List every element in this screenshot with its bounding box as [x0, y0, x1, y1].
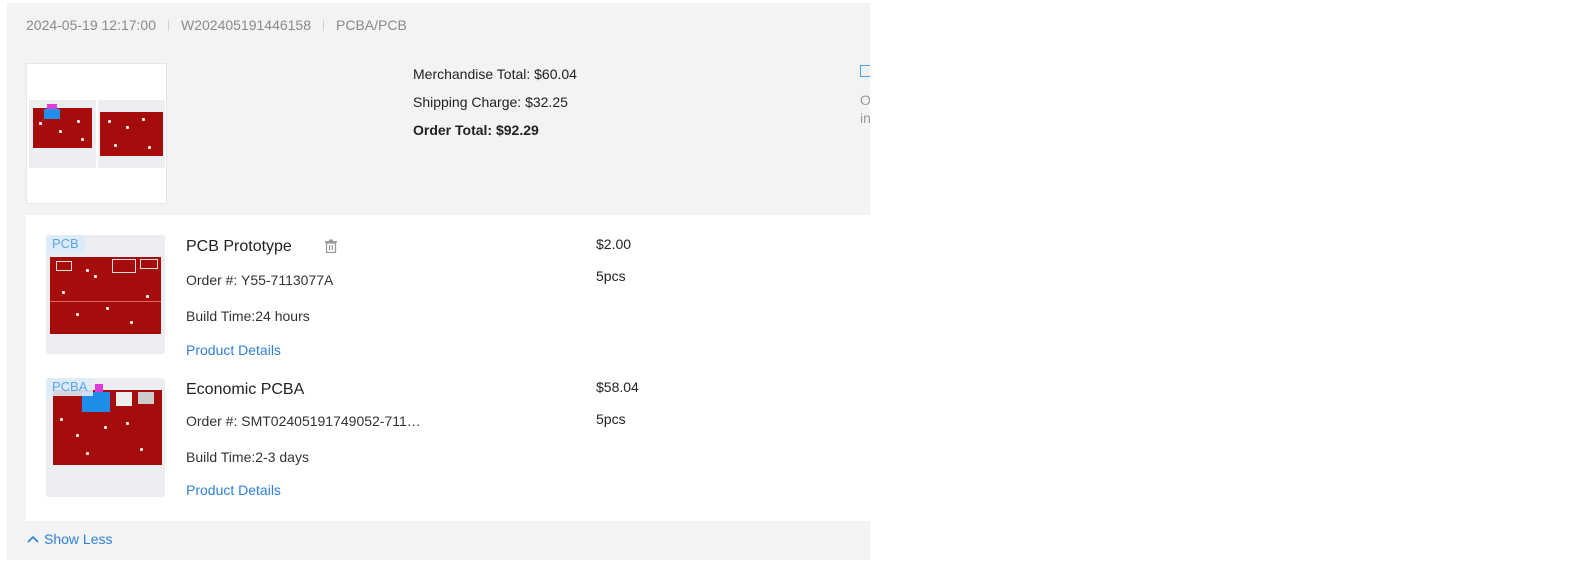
divider: [168, 19, 169, 31]
order-total: Order Total: $92.29: [413, 122, 539, 138]
document-icon[interactable]: [860, 65, 870, 77]
product-details-link[interactable]: Product Details: [186, 341, 281, 359]
pcba-product-image[interactable]: PCBA: [46, 378, 165, 497]
clipped-text: in: [860, 110, 870, 126]
product-details-link[interactable]: Product Details: [186, 481, 281, 499]
product-name: Economic PCBA: [186, 381, 305, 398]
order-id[interactable]: W202405191446158: [181, 17, 311, 33]
list-item: PCB PCB Prototype Order #: Y55-7113077A …: [26, 235, 870, 375]
order-category: PCBA/PCB: [336, 17, 407, 33]
order-datetime: 2024-05-19 12:17:00: [26, 17, 156, 33]
show-less-toggle[interactable]: Show Less: [27, 531, 112, 547]
pcb-product-image[interactable]: PCB: [46, 235, 165, 354]
divider: [323, 19, 325, 31]
item-quantity: 5pcs: [596, 268, 626, 284]
item-quantity: 5pcs: [596, 411, 626, 427]
order-items: PCB PCB Prototype Order #: Y55-7113077A …: [26, 215, 870, 521]
chevron-up-icon: [27, 535, 39, 543]
order-totals: Merchandise Total: $60.04 Shipping Charg…: [413, 65, 577, 149]
pcba-thumbnail: [29, 100, 96, 168]
build-time: Build Time:2-3 days: [186, 449, 309, 465]
list-item: PCBA Economic PCBA Order #: SMT024051917…: [26, 378, 870, 518]
pcb-thumbnail: [98, 100, 165, 168]
clipped-side-info: O in: [860, 65, 870, 127]
order-meta: 2024-05-19 12:17:00 W202405191446158 PCB…: [26, 16, 407, 34]
item-price: $2.00: [596, 236, 632, 252]
clipped-text: O: [860, 92, 870, 108]
product-tag: PCB: [46, 235, 85, 253]
order-number: Order #: SMT02405191749052-711…: [186, 413, 421, 429]
trash-icon[interactable]: [324, 239, 338, 254]
merchandise-total: Merchandise Total: $60.04: [413, 66, 577, 82]
product-tag: PCBA: [46, 378, 94, 396]
order-card: 2024-05-19 12:17:00 W202405191446158 PCB…: [7, 3, 870, 560]
order-thumbnails[interactable]: [26, 63, 167, 204]
product-name: PCB Prototype: [186, 238, 292, 255]
show-less-label: Show Less: [44, 531, 113, 547]
shipping-charge: Shipping Charge: $32.25: [413, 94, 568, 110]
order-number: Order #: Y55-7113077A: [186, 272, 334, 288]
build-time: Build Time:24 hours: [186, 308, 310, 324]
item-price: $58.04: [596, 379, 639, 395]
